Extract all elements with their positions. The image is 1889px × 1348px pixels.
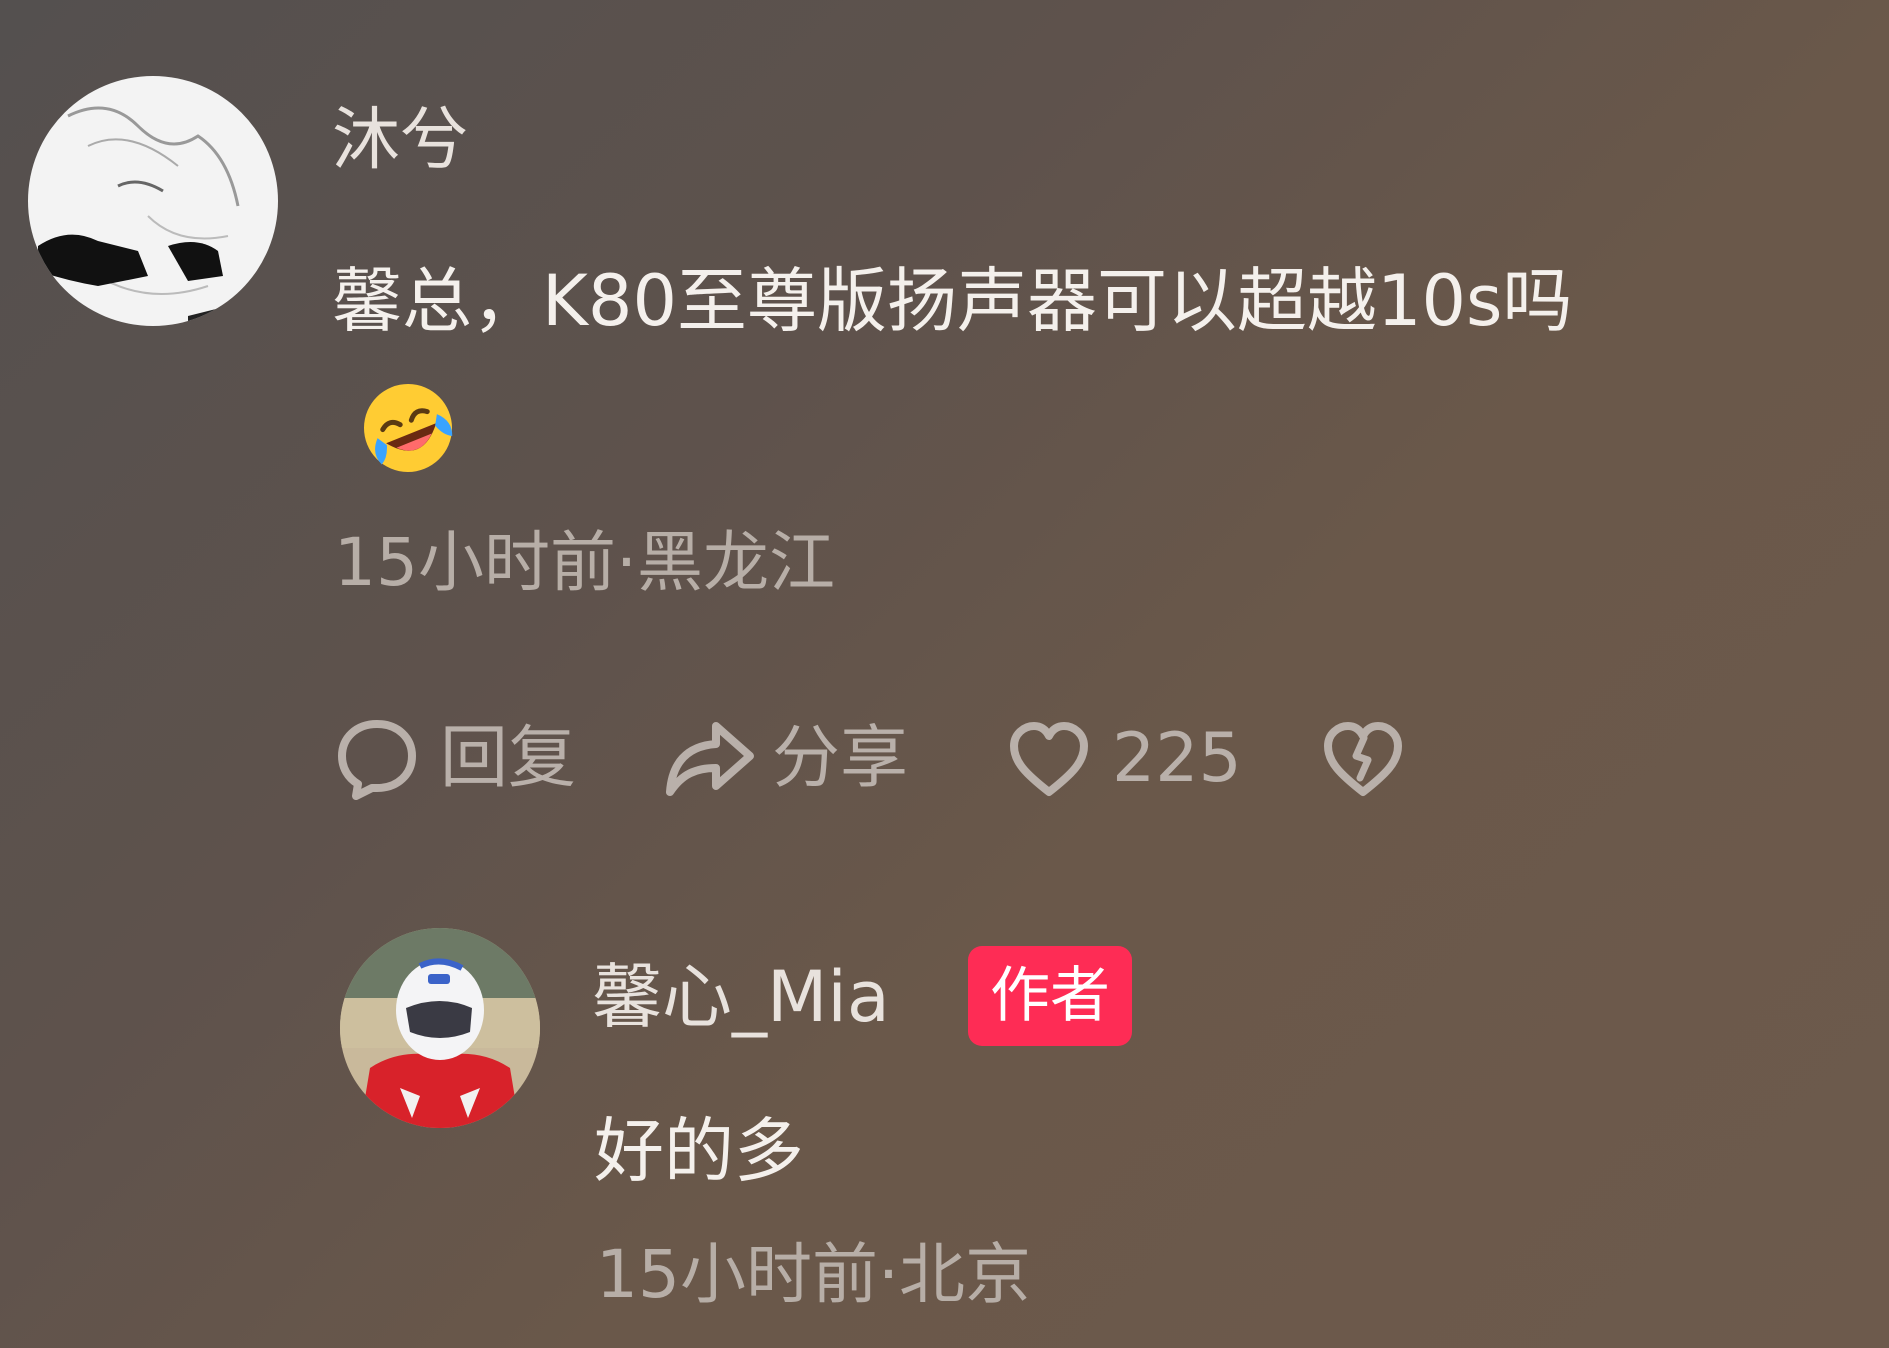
share-arrow-icon (666, 722, 754, 796)
share-button[interactable]: 分享 (662, 716, 908, 802)
comment-item: 沐兮 馨总，K80至尊版扬声器可以超越10s吗 15小时前·黑龙江 回复 分享 (0, 0, 1889, 840)
reply-button[interactable]: 回复 (334, 716, 576, 802)
author-avatar[interactable] (340, 928, 540, 1128)
author-badge: 作者 (968, 946, 1132, 1046)
broken-heart-icon (1324, 722, 1402, 796)
reply-item: 馨心_Mia 作者 好的多 15小时前·北京 (0, 900, 1889, 1348)
reply-label: 回复 (440, 719, 577, 798)
reply-bubble-icon (338, 720, 416, 800)
dislike-button[interactable] (1320, 716, 1406, 802)
like-count: 225 (1112, 719, 1242, 798)
like-button[interactable]: 225 (1006, 716, 1242, 802)
author-username[interactable]: 馨心_Mia (592, 952, 890, 1042)
commenter-username[interactable]: 沐兮 (332, 98, 468, 184)
comment-text: 馨总，K80至尊版扬声器可以超越10s吗 (332, 260, 1573, 342)
comment-meta: 15小时前·黑龙江 (334, 524, 835, 601)
commenter-avatar[interactable] (28, 76, 278, 326)
reply-meta: 15小时前·北京 (596, 1236, 1031, 1313)
share-label: 分享 (772, 719, 909, 798)
reply-text: 好的多 (594, 1110, 804, 1192)
rolling-on-floor-laughing-icon (356, 376, 460, 480)
heart-icon (1010, 722, 1088, 796)
